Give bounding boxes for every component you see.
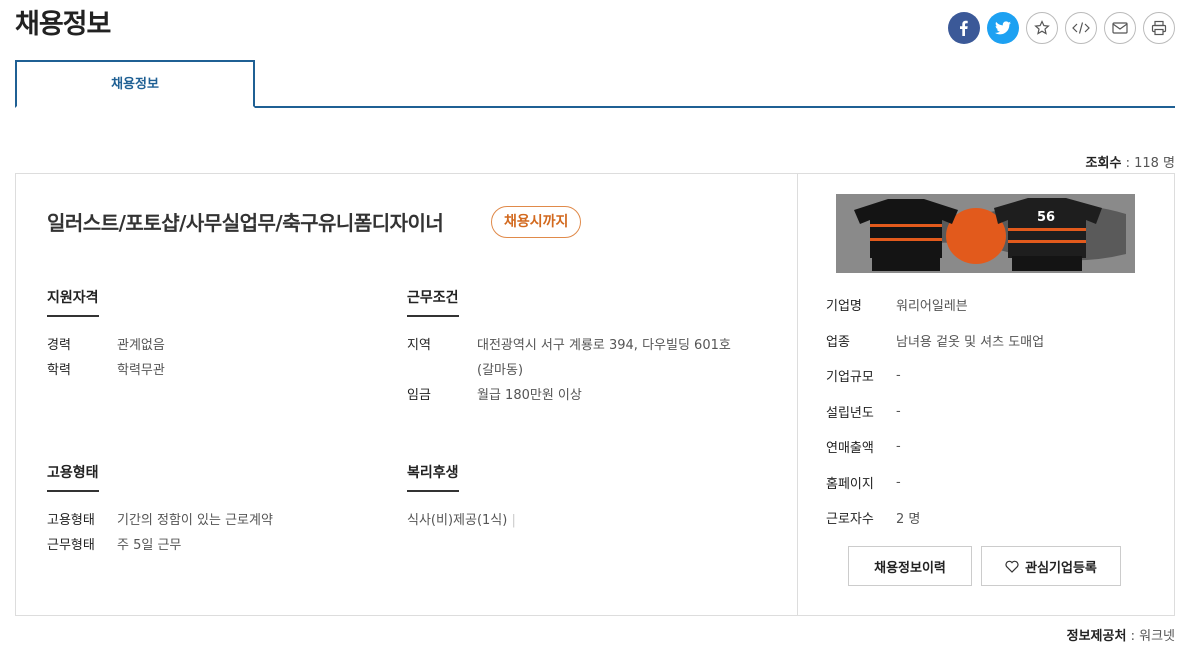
row-value: 워리어일레븐: [896, 299, 968, 315]
row-label: 임금: [407, 388, 431, 403]
row-value: 남녀용 겉옷 및 셔츠 도매업: [896, 334, 1045, 350]
twitter-icon[interactable]: [987, 12, 1019, 44]
row-value: 기간의 정함이 있는 근로계약: [117, 513, 273, 528]
page-title: 채용정보: [15, 9, 111, 40]
view-count: 조회수 : 118 명: [1085, 156, 1175, 171]
section-title: 고용형태: [47, 462, 99, 492]
row-label: 근무형태: [47, 538, 95, 553]
company-row: 기업규모 -: [826, 358, 1044, 394]
view-count-value: 118 명: [1134, 156, 1175, 171]
separator: |: [511, 513, 516, 528]
row-value: -: [896, 368, 901, 384]
info-row: 지역 대전광역시 서구 계룡로 394, 다우빌딩 601호 (갈마동): [407, 333, 731, 383]
info-row: 고용형태 기간의 정함이 있는 근로계약: [47, 508, 273, 533]
row-value: -: [896, 474, 901, 490]
section-title: 지원자격: [47, 287, 99, 317]
row-label: 기업명: [826, 299, 862, 315]
row-value: 관계없음: [117, 338, 165, 353]
row-label: 학력: [47, 363, 71, 378]
address-line-2: (갈마동): [477, 363, 524, 378]
share-toolbar: [948, 12, 1175, 44]
source-value: 워크넷: [1139, 629, 1175, 644]
star-icon[interactable]: [1026, 12, 1058, 44]
deadline-badge: 채용시까지: [491, 206, 582, 238]
mail-icon[interactable]: [1104, 12, 1136, 44]
row-label: 기업규모: [826, 370, 874, 386]
company-row: 기업명 워리어일레븐: [826, 287, 1044, 323]
row-label: 경력: [47, 338, 71, 353]
row-label: 근로자수: [826, 512, 874, 528]
row-label: 고용형태: [47, 513, 95, 528]
row-label: 지역: [407, 338, 431, 353]
section-title: 복리후생: [407, 462, 459, 492]
code-icon[interactable]: [1065, 12, 1097, 44]
row-value: 2 명: [896, 512, 921, 528]
row-value: 대전광역시 서구 계룡로 394, 다우빌딩 601호 (갈마동): [477, 333, 731, 383]
company-row: 홈페이지 -: [826, 465, 1044, 501]
qualification-section: 지원자격 경력 관계없음 학력 학력무관: [47, 287, 165, 383]
row-label: 설립년도: [826, 405, 874, 421]
tab-bar: 채용정보: [15, 60, 1175, 108]
address-line: 대전광역시 서구 계룡로 394, 다우빌딩 601호: [477, 338, 731, 353]
company-image: 56: [836, 194, 1135, 273]
view-count-label: 조회수: [1085, 156, 1122, 171]
info-row: 임금 월급 180만원 이상: [407, 383, 731, 408]
row-value: 주 5일 근무: [117, 538, 182, 553]
row-value: -: [896, 439, 901, 455]
company-row: 연매출액 -: [826, 429, 1044, 465]
facebook-icon[interactable]: [948, 12, 980, 44]
heart-icon: [1005, 560, 1019, 573]
favorite-label: 관심기업등록: [1025, 560, 1097, 576]
row-label: 홈페이지: [826, 476, 874, 492]
info-row: 식사(비)제공(1식) |: [407, 508, 516, 533]
company-row: 설립년도 -: [826, 394, 1044, 430]
row-value: 학력무관: [117, 363, 165, 378]
job-title: 일러스트/포토샵/사무실업무/축구유니폼디자이너: [47, 211, 444, 235]
favorite-company-button[interactable]: 관심기업등록: [981, 546, 1121, 586]
job-history-button[interactable]: 채용정보이력: [848, 546, 972, 586]
row-value: 월급 180만원 이상: [477, 388, 582, 403]
company-row: 근로자수 2 명: [826, 500, 1044, 536]
print-icon[interactable]: [1143, 12, 1175, 44]
company-info: 기업명 워리어일레븐 업종 남녀용 겉옷 및 셔츠 도매업 기업규모 - 설립년도 - …: [826, 287, 1044, 536]
jersey-number: 56: [1037, 210, 1055, 225]
source-label: 정보제공처: [1066, 629, 1127, 644]
section-title: 근무조건: [407, 287, 459, 317]
conditions-section: 근무조건 지역 대전광역시 서구 계룡로 394, 다우빌딩 601호 (갈마동) …: [407, 287, 731, 408]
info-source: 정보제공처 : 워크넷: [1066, 629, 1175, 644]
info-row: 경력 관계없음: [47, 333, 165, 358]
tab-job-info[interactable]: 채용정보: [15, 60, 255, 108]
welfare-text: 식사(비)제공(1식): [407, 513, 508, 528]
job-card: 일러스트/포토샵/사무실업무/축구유니폼디자이너 채용시까지 지원자격 경력 관계…: [15, 173, 1175, 616]
welfare-value: 식사(비)제공(1식) |: [407, 508, 516, 533]
row-value: -: [896, 403, 901, 419]
info-row: 근무형태 주 5일 근무: [47, 533, 273, 558]
info-row: 학력 학력무관: [47, 358, 165, 383]
company-row: 업종 남녀용 겉옷 및 셔츠 도매업: [826, 323, 1044, 359]
welfare-section: 복리후생 식사(비)제공(1식) |: [407, 462, 516, 533]
row-label: 연매출액: [826, 441, 874, 457]
row-label: 업종: [826, 334, 850, 350]
vertical-divider: [797, 174, 798, 615]
employment-section: 고용형태 고용형태 기간의 정함이 있는 근로계약 근무형태 주 5일 근무: [47, 462, 273, 558]
